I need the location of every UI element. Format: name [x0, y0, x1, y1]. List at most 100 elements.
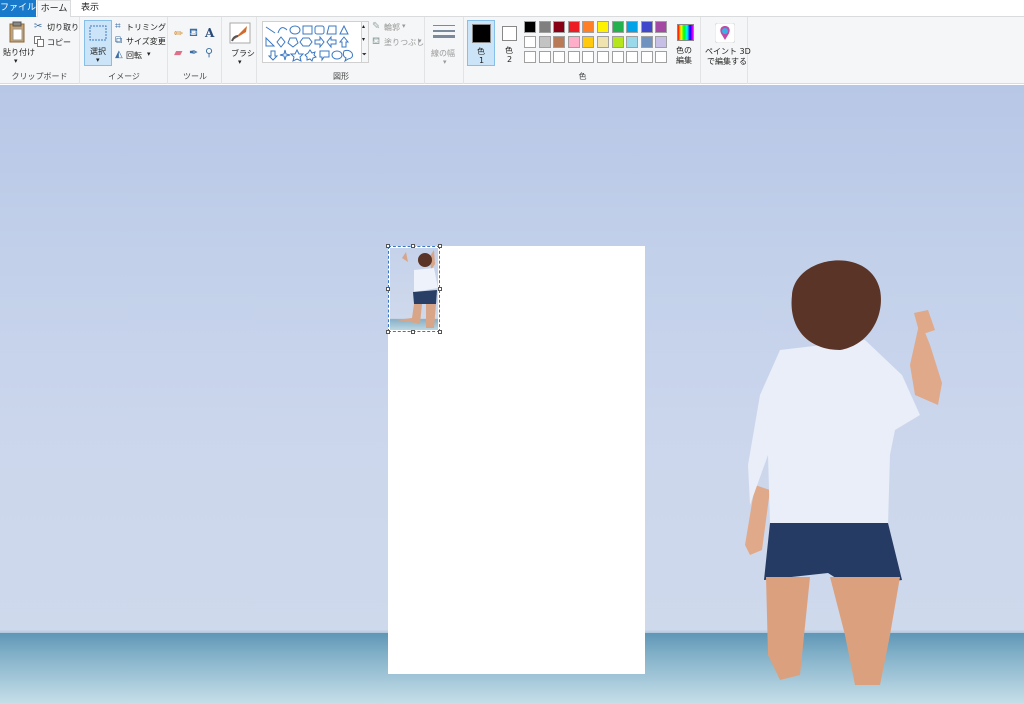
edit-colors-button[interactable]: 色の 編集: [670, 20, 700, 68]
color-swatch[interactable]: [626, 21, 639, 33]
color-swatch[interactable]: [538, 21, 551, 33]
color-swatch[interactable]: [524, 51, 536, 63]
resize-handle-top[interactable]: [411, 244, 415, 248]
copy-icon: [34, 36, 44, 47]
color-swatch[interactable]: [597, 36, 609, 48]
rotate-label: 回転: [126, 51, 142, 60]
rotate-button[interactable]: ◭ 回転 ▾: [115, 49, 167, 62]
magnifier-icon[interactable]: ⚲: [205, 46, 213, 59]
color-swatch[interactable]: [553, 36, 566, 48]
chevron-down-icon: ▾: [362, 36, 366, 43]
text-tool-icon[interactable]: A: [205, 26, 214, 40]
crop-icon: ⌗: [115, 21, 121, 32]
cut-label: 切り取り: [47, 23, 79, 32]
color-swatch[interactable]: [582, 21, 595, 33]
resize-handle-right[interactable]: [438, 287, 442, 291]
color-swatch[interactable]: [524, 21, 536, 33]
chevron-down-icon: ▾: [443, 58, 447, 66]
paste-button[interactable]: 貼り付け ▾: [2, 19, 35, 67]
color1-number: 1: [479, 56, 485, 65]
chevron-down-icon: ▾: [96, 56, 100, 64]
brushes-group: ブラシ ▾: [223, 17, 257, 84]
brushes-label: ブラシ: [231, 49, 255, 58]
selection-box[interactable]: [386, 244, 442, 334]
shapes-group: ▴ ▾ ⏷ ✎ 輪郭 ▾ ⛾ 塗りつぶし ▾ 図形: [258, 17, 425, 84]
cut-button[interactable]: ✂ 切り取り: [34, 21, 79, 33]
tab-home[interactable]: ホーム: [37, 0, 71, 18]
resize-button[interactable]: ⧉ サイズ変更: [115, 35, 167, 48]
edit-with-paint3d-button[interactable]: ペイント 3D で編集する: [704, 20, 751, 68]
color-swatch[interactable]: [655, 21, 668, 33]
edit-colors-icon: [677, 24, 694, 41]
color-swatch[interactable]: [582, 36, 595, 48]
resize-handle-bottom-right[interactable]: [438, 330, 442, 334]
chevron-down-icon: ▾: [418, 37, 422, 45]
chevron-up-icon: ▴: [362, 23, 366, 30]
select-button[interactable]: 選択 ▾: [84, 20, 112, 66]
color1-button[interactable]: 色 1: [467, 20, 495, 66]
pencil-icon[interactable]: ✏: [174, 27, 183, 40]
resize-handle-top-right[interactable]: [438, 244, 442, 248]
color-swatch[interactable]: [553, 51, 566, 63]
outline-button[interactable]: ✎ 輪郭 ▾: [372, 21, 424, 34]
color-swatch[interactable]: [611, 36, 624, 48]
shapes-gallery[interactable]: [262, 21, 362, 63]
color-swatch[interactable]: [553, 21, 566, 33]
resize-handle-left[interactable]: [386, 287, 390, 291]
scissors-icon: ✂: [34, 21, 43, 32]
shapes-gallery-scroll[interactable]: ▴ ▾ ⏷: [362, 21, 369, 63]
brushes-button[interactable]: ブラシ ▾: [225, 20, 255, 68]
color-swatch[interactable]: [626, 36, 639, 48]
fill-bucket-icon[interactable]: ⛾: [189, 26, 198, 41]
color-swatch[interactable]: [538, 51, 551, 63]
color-swatch[interactable]: [626, 51, 639, 63]
color-palette: [524, 21, 670, 65]
image-group-label: イメージ: [108, 72, 140, 81]
copy-label: コピー: [47, 38, 71, 47]
photo-background: [0, 85, 1024, 704]
canvas-area[interactable]: [0, 85, 1024, 704]
color-swatch[interactable]: [655, 36, 668, 48]
color-swatch[interactable]: [611, 51, 624, 63]
size-group: 線の幅 ▾: [426, 17, 464, 84]
image-group: 選択 ▾ ⌗ トリミング ⧉ サイズ変更 ◭ 回転 ▾ イメージ: [81, 17, 168, 84]
chevron-down-icon: ▾: [14, 57, 18, 65]
color-swatch[interactable]: [567, 36, 580, 48]
resize-handle-bottom-left[interactable]: [386, 330, 390, 334]
shapes-group-label: 図形: [333, 72, 349, 81]
jumping-girl-figure: [745, 260, 942, 685]
tools-group-label: ツール: [183, 72, 207, 81]
color-swatch[interactable]: [567, 21, 580, 33]
color-swatch[interactable]: [611, 21, 624, 33]
select-rectangle-icon: [89, 25, 107, 41]
thumbnail-figure: [396, 250, 438, 328]
eraser-icon[interactable]: ▰: [174, 46, 182, 59]
line-width-icon: [433, 25, 455, 38]
brush-icon: [229, 22, 251, 44]
color-swatch[interactable]: [538, 36, 551, 48]
color-swatch[interactable]: [655, 51, 668, 63]
color-swatch[interactable]: [567, 51, 580, 63]
color-swatch[interactable]: [582, 51, 595, 63]
color-swatch[interactable]: [524, 36, 536, 48]
tab-file[interactable]: ファイル: [0, 0, 36, 17]
color2-button[interactable]: 色 2: [498, 20, 522, 66]
color-swatch[interactable]: [640, 51, 653, 63]
color-swatch[interactable]: [597, 21, 609, 33]
resize-handle-top-left[interactable]: [386, 244, 390, 248]
resize-handle-bottom[interactable]: [411, 330, 415, 334]
copy-button[interactable]: コピー: [34, 36, 78, 48]
paste-label: 貼り付け: [3, 48, 35, 57]
rotate-icon: ◭: [115, 49, 123, 60]
pasted-thumbnail: [390, 248, 438, 330]
size-button[interactable]: 線の幅 ▾: [428, 20, 462, 68]
color-picker-icon[interactable]: ✒: [189, 46, 198, 59]
color-swatch[interactable]: [640, 36, 653, 48]
clipboard-group-label: クリップボード: [11, 72, 68, 81]
fill-button[interactable]: ⛾ 塗りつぶし ▾: [372, 36, 424, 49]
color-swatch[interactable]: [597, 51, 609, 63]
crop-button[interactable]: ⌗ トリミング: [115, 21, 167, 34]
shapes-gallery-icons: [265, 24, 353, 63]
tab-view[interactable]: 表示: [73, 0, 107, 17]
color-swatch[interactable]: [640, 21, 653, 33]
